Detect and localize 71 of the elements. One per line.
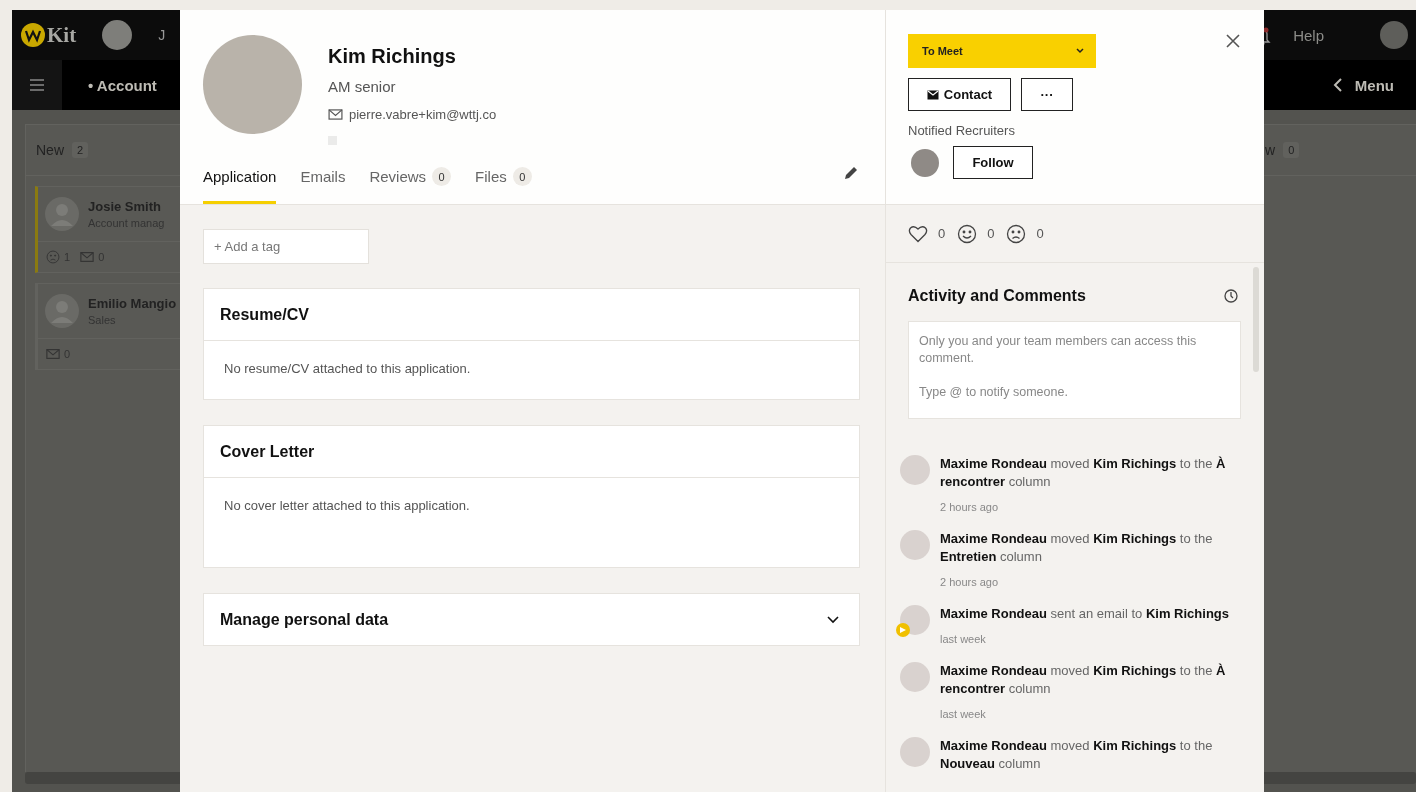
person-avatar-icon [45,197,79,231]
sad-face-icon [1006,223,1027,244]
clock-icon [1224,289,1238,303]
section-title: Manage personal data [220,610,389,629]
section-title: • Account [88,76,157,94]
status-dropdown[interactable]: To Meet [908,34,1096,68]
section-title: Resume/CV [204,289,859,341]
activity-title: Activity and Comments [908,287,1086,305]
timestamp: 2 hours ago [940,501,1000,513]
envelope-icon [926,89,939,100]
company-logo[interactable] [102,20,133,50]
help-link[interactable]: Help [1293,26,1324,44]
scrollbar-thumb[interactable] [1253,267,1259,372]
section-title: Cover Letter [204,426,859,478]
menu-link[interactable]: Menu [1326,75,1400,95]
nav-link[interactable]: J [158,27,166,43]
activity-text: Maxime Rondeau sent an email to Kim Richings [940,605,1230,623]
close-icon [1226,34,1240,48]
activity-text: Maxime Rondeau moved Kim Richings to the Nouveau column [940,737,1214,773]
comment-field[interactable]: Only you and your team members can access this comment. Type @ to notify someone. [908,321,1241,419]
envelope-icon [328,109,343,120]
candidate-email: pierre.vabre+kim@wttj.co [349,107,497,122]
collapsible-section[interactable]: Manage personal data [203,593,860,646]
reaction-button[interactable]: 0 [908,223,946,244]
follow-button[interactable]: Follow [953,146,1033,179]
activity-text: Maxime Rondeau moved Kim Richings to the Entretien column [940,530,1214,566]
empty-message: No resume/CV attached to this application. [224,361,471,376]
envelope-icon [80,250,95,264]
count-badge: 0 [1283,142,1300,158]
reaction-button[interactable]: 0 [1006,223,1044,244]
count-badge: 2 [72,142,89,158]
user-avatar [900,455,930,485]
close-button[interactable] [1224,32,1242,50]
candidate-name: Kim Richings [328,45,457,68]
chevron-left-icon [1332,78,1343,92]
user-avatar[interactable] [1380,21,1408,49]
tag-field[interactable]: + Add a tag [203,229,369,264]
tab[interactable]: Application [203,166,277,204]
activity-text: Maxime Rondeau moved Kim Richings to the À rencontrer column [940,455,1227,491]
tab[interactable]: Reviews 0 [369,166,452,204]
logo-text: Kit [47,22,77,48]
more-button[interactable]: ··· [1021,78,1073,111]
person-avatar-icon [45,294,79,328]
smiley-face-icon [957,223,978,244]
sad-face-icon [46,250,60,264]
user-avatar [900,737,930,767]
tab[interactable]: Files 0 [475,166,532,204]
reaction-button[interactable]: 0 [957,223,995,244]
activity-text: Maxime Rondeau moved Kim Richings to the À rencontrer column [940,662,1227,698]
user-avatar [900,530,930,560]
timestamp: 2 hours ago [940,576,1000,588]
recruiter-avatar [911,148,939,177]
logo-icon [21,23,45,47]
count-badge: 0 [432,167,452,186]
candidate-role: AM senior [328,78,397,95]
send-badge-icon [896,623,910,637]
user-avatar [900,662,930,692]
contact-button[interactable]: Contact [908,78,1011,111]
caret-icon [1076,48,1084,54]
tab[interactable]: Emails [300,166,346,204]
timestamp: last week [940,633,987,645]
pencil-icon [844,166,858,180]
envelope-icon [46,347,60,361]
heart-icon [908,223,928,244]
menu-icon [29,79,45,91]
edit-button[interactable] [842,164,860,182]
count-badge: 0 [512,167,532,186]
menu-button[interactable] [12,60,62,110]
empty-message: No cover letter attached to this application. [224,498,470,513]
timestamp: last week [940,708,987,720]
section-label: Notified Recruiters [908,123,1016,138]
